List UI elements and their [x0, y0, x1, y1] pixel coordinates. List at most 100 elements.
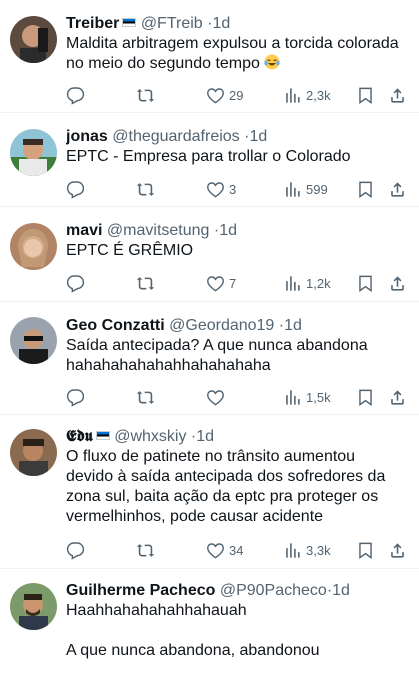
timestamp[interactable]: 1d: [284, 317, 302, 334]
display-name[interactable]: Geo Conzatti: [66, 317, 165, 334]
view-count: 3,3k: [306, 543, 331, 558]
reply-button[interactable]: [66, 388, 85, 407]
tweet-text: EPTC É GRÊMIO: [66, 241, 409, 261]
heart-icon: [207, 390, 224, 406]
bookmark-icon: [359, 542, 372, 560]
tweet-text: O fluxo de patinete no trânsito aumentou…: [66, 447, 409, 527]
tweet[interactable]: mavi @mavitsetung ·1d EPTC É GRÊMIO 7 1,…: [0, 207, 419, 302]
retweet-button[interactable]: [136, 388, 155, 407]
tweet-line: EPTC É GRÊMIO: [66, 242, 194, 259]
tweet-line: Maldita arbitragem expulsou a torcida co…: [66, 35, 399, 52]
analytics-icon: [286, 182, 300, 197]
tweet[interactable]: Treiber @FTreib ·1d Maldita arbitragem e…: [0, 0, 419, 113]
analytics-icon: [286, 543, 300, 558]
reply-icon: [66, 542, 85, 560]
view-count: 599: [306, 182, 328, 197]
timestamp[interactable]: 1d: [212, 15, 230, 32]
views-button[interactable]: 599: [283, 180, 328, 199]
bookmark-icon: [359, 181, 372, 199]
tweet-line: no meio do segundo tempo: [66, 55, 260, 72]
like-button[interactable]: 34: [206, 541, 243, 560]
tweet-header: Guilherme Pacheco @P90Pacheco·1d: [66, 581, 409, 601]
user-handle[interactable]: @mavitsetung: [107, 222, 210, 239]
tweet-line: zona sul, baita ação da eptc pra protege…: [66, 488, 379, 505]
like-count: 7: [229, 276, 237, 291]
estonia-flag-icon: [122, 18, 137, 27]
tweet-text: EPTC - Empresa para trollar o Colorado: [66, 147, 409, 167]
avatar[interactable]: [10, 583, 57, 630]
retweet-button[interactable]: [136, 180, 155, 199]
like-button[interactable]: 7: [206, 274, 236, 293]
timestamp[interactable]: 1d: [332, 582, 350, 599]
tweet-line: hahahahahahahhahahahaha: [66, 357, 271, 374]
like-button[interactable]: [206, 388, 229, 407]
tweet-line: Haahhahahahahhahauah: [66, 602, 247, 619]
display-name[interactable]: 𝕰𝖉𝖚: [66, 428, 93, 445]
retweet-button[interactable]: [136, 541, 155, 560]
analytics-icon: [286, 88, 300, 103]
estonia-flag-icon: [95, 431, 110, 440]
display-name[interactable]: Guilherme Pacheco: [66, 582, 215, 599]
tweet[interactable]: jonas @theguardafreios ·1d EPTC - Empres…: [0, 113, 419, 207]
user-handle[interactable]: @FTreib: [141, 15, 203, 32]
share-button[interactable]: [388, 274, 407, 293]
tweet[interactable]: 𝕰𝖉𝖚 @whxskiy ·1d O fluxo de patinete no …: [0, 415, 419, 569]
tweet[interactable]: Geo Conzatti @Geordano19 ·1d Saída antec…: [0, 302, 419, 415]
bookmark-button[interactable]: [356, 86, 375, 105]
reply-button[interactable]: [66, 86, 85, 105]
bookmark-button[interactable]: [356, 274, 375, 293]
avatar[interactable]: [10, 429, 57, 476]
reply-button[interactable]: [66, 274, 85, 293]
laughing-crying-emoji: [264, 54, 280, 70]
avatar[interactable]: [10, 317, 57, 364]
tweet-actions: 29 2,3k: [66, 86, 409, 106]
bookmark-button[interactable]: [356, 388, 375, 407]
tweet-line: Saída antecipada? A que nunca abandona: [66, 337, 368, 354]
like-button[interactable]: 3: [206, 180, 236, 199]
like-button[interactable]: 29: [206, 86, 243, 105]
tweet-actions: 1,5k: [66, 388, 409, 408]
avatar[interactable]: [10, 129, 57, 176]
tweet-header: Treiber @FTreib ·1d: [66, 14, 409, 34]
heart-icon: [207, 182, 224, 198]
views-button[interactable]: 3,3k: [283, 541, 331, 560]
user-handle[interactable]: @whxskiy: [114, 428, 186, 445]
retweet-button[interactable]: [136, 274, 155, 293]
user-handle[interactable]: @theguardafreios: [112, 128, 239, 145]
reply-icon: [66, 181, 85, 199]
views-button[interactable]: 1,2k: [283, 274, 331, 293]
display-name[interactable]: Treiber: [66, 15, 119, 32]
retweet-icon: [136, 277, 155, 290]
view-count: 1,2k: [306, 276, 331, 291]
timestamp[interactable]: 1d: [219, 222, 237, 239]
retweet-icon: [136, 89, 155, 102]
share-button[interactable]: [388, 541, 407, 560]
display-name[interactable]: mavi: [66, 222, 102, 239]
avatar[interactable]: [10, 223, 57, 270]
retweet-button[interactable]: [136, 86, 155, 105]
user-handle[interactable]: @Geordano19: [169, 317, 274, 334]
views-button[interactable]: 2,3k: [283, 86, 331, 105]
bookmark-icon: [359, 87, 372, 105]
reply-button[interactable]: [66, 180, 85, 199]
tweet-text: Maldita arbitragem expulsou a torcida co…: [66, 34, 409, 74]
tweet[interactable]: Guilherme Pacheco @P90Pacheco·1d Haahhah…: [0, 569, 419, 675]
retweet-icon: [136, 544, 155, 557]
display-name[interactable]: jonas: [66, 128, 108, 145]
tweet-header: jonas @theguardafreios ·1d: [66, 127, 409, 147]
views-button[interactable]: 1,5k: [283, 388, 331, 407]
user-handle[interactable]: @P90Pacheco: [220, 582, 327, 599]
timestamp[interactable]: 1d: [196, 428, 214, 445]
timestamp[interactable]: 1d: [249, 128, 267, 145]
bookmark-icon: [359, 275, 372, 293]
bookmark-button[interactable]: [356, 541, 375, 560]
view-count: 1,5k: [306, 390, 331, 405]
share-button[interactable]: [388, 180, 407, 199]
reply-button[interactable]: [66, 541, 85, 560]
share-button[interactable]: [388, 388, 407, 407]
avatar[interactable]: [10, 16, 57, 63]
share-button[interactable]: [388, 86, 407, 105]
reply-icon: [66, 275, 85, 293]
bookmark-button[interactable]: [356, 180, 375, 199]
bookmark-icon: [359, 389, 372, 407]
